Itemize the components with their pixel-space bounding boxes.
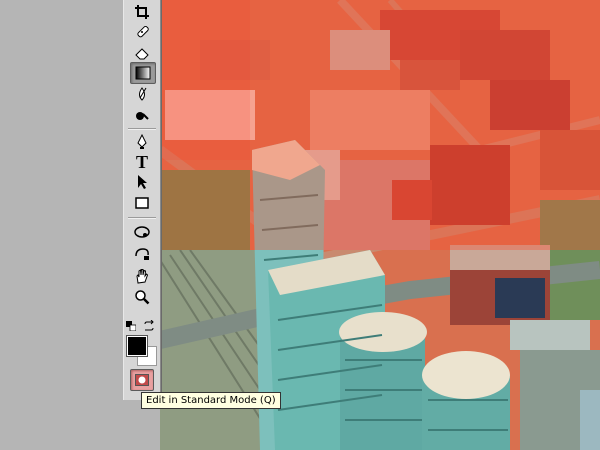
zoom-tool[interactable] [130, 287, 154, 307]
pen-tool[interactable] [130, 132, 154, 152]
zoom-icon [135, 290, 150, 305]
quick-mask-icon [135, 374, 149, 386]
toolbar-separator [128, 128, 156, 130]
rectangle-tool[interactable] [130, 193, 154, 213]
path-selection-tool[interactable] [130, 172, 154, 192]
type-tool[interactable]: T [130, 152, 154, 172]
toolbar-separator [128, 217, 156, 219]
gradient-icon [135, 66, 151, 80]
3d-orbit-icon [135, 248, 149, 260]
city-photo [160, 0, 600, 450]
burn-icon [136, 112, 149, 120]
3d-orbit-tool[interactable] [130, 244, 154, 264]
crop-tool[interactable] [130, 2, 154, 22]
eraser-icon [135, 48, 149, 60]
bandage-icon [137, 25, 149, 38]
3d-rotate-tool[interactable] [130, 222, 154, 242]
crop-icon [135, 5, 149, 19]
quick-mask-button[interactable] [130, 369, 154, 391]
eraser-tool[interactable] [130, 42, 154, 62]
hand-tool[interactable] [130, 266, 154, 286]
drop-icon [139, 87, 147, 101]
rectangle-icon [135, 197, 149, 209]
gradient-tool[interactable] [130, 62, 156, 84]
pen-icon [137, 134, 147, 149]
tooltip: Edit in Standard Mode (Q) [141, 392, 281, 409]
swap-colors-icon[interactable] [143, 320, 155, 332]
burn-tool[interactable] [130, 105, 154, 125]
hand-icon [136, 269, 149, 284]
blur-tool[interactable] [130, 84, 154, 104]
document-canvas[interactable] [160, 0, 600, 450]
arrow-icon [138, 175, 147, 189]
default-colors-icon[interactable] [126, 321, 136, 331]
3d-rotate-icon [134, 226, 150, 238]
type-icon: T [135, 151, 148, 172]
healing-brush-tool[interactable] [130, 22, 154, 42]
foreground-color-swatch[interactable] [126, 335, 148, 357]
